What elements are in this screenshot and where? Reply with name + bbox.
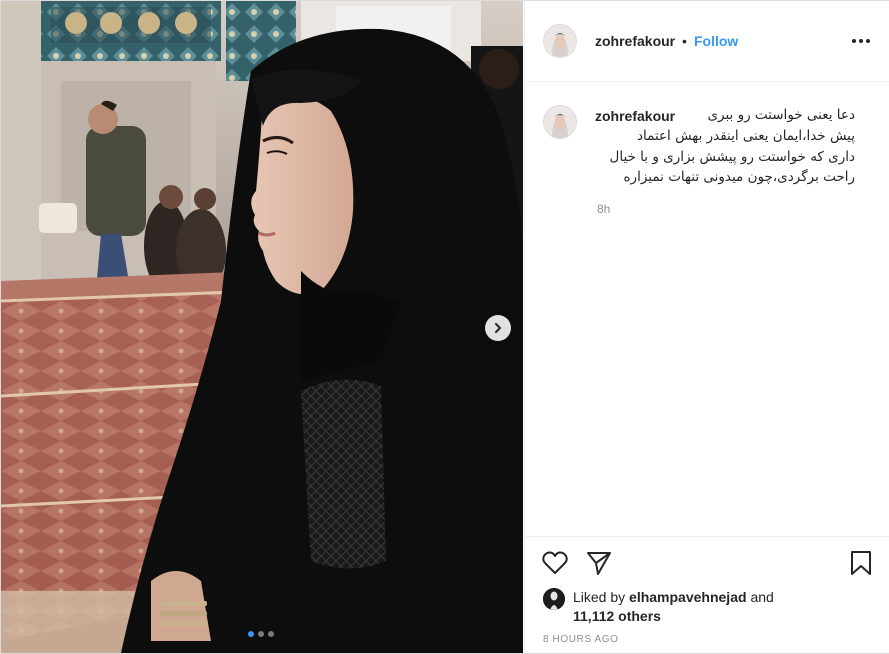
- carousel-indicator: [248, 631, 274, 637]
- avatar[interactable]: [543, 24, 577, 58]
- caption-time-ago[interactable]: 8h: [597, 202, 610, 216]
- post-dialog: zohrefakour • Follow zohrefakour دعا یعن…: [0, 0, 889, 654]
- likes-others-link[interactable]: 11,112 others: [573, 608, 661, 624]
- save-button[interactable]: [850, 550, 872, 581]
- username-link[interactable]: zohrefakour: [595, 33, 675, 49]
- carousel-dot: [258, 631, 264, 637]
- carousel-dot: [268, 631, 274, 637]
- heart-icon: [542, 551, 568, 574]
- avatar-image: [544, 106, 576, 138]
- avatar[interactable]: [543, 105, 577, 139]
- post-side-panel: zohrefakour • Follow zohrefakour دعا یعن…: [524, 1, 889, 653]
- liker-username-link[interactable]: elhampavehnejad: [629, 589, 747, 605]
- caption-text-line: راحت برگردی،چون میدونی تنهات نمیزاره: [623, 169, 855, 185]
- like-button[interactable]: [542, 551, 568, 580]
- likes-summary: Liked by elhampavehnejad and 11,112 othe…: [573, 588, 774, 626]
- header-separator: •: [682, 33, 687, 49]
- avatar-image: [544, 25, 576, 57]
- post-timestamp[interactable]: 8 HOURS AGO: [543, 634, 619, 645]
- photo-image: [1, 1, 523, 653]
- carousel-next-button[interactable]: [485, 315, 511, 341]
- bookmark-icon: [851, 551, 871, 575]
- post-header: zohrefakour • Follow: [525, 1, 889, 82]
- liked-and-label: and: [750, 589, 774, 605]
- liked-by-label: Liked by: [573, 589, 626, 605]
- carousel-dot-active: [248, 631, 254, 637]
- liker-avatar-image: [543, 588, 565, 610]
- post-actions: Liked by elhampavehnejad and 11,112 othe…: [525, 536, 889, 654]
- more-options-icon: [852, 39, 870, 43]
- share-button[interactable]: [586, 551, 612, 580]
- caption-text-line: پیش خدا،ایمان یعنی اینقدر بهش اعتماد: [637, 128, 855, 144]
- follow-button[interactable]: Follow: [694, 33, 738, 49]
- chevron-right-icon: [495, 323, 501, 333]
- liker-avatar[interactable]: [543, 588, 565, 610]
- more-options-button[interactable]: [851, 33, 871, 49]
- caption-text-line: داری که خواستت رو پیشش بزاری و با خیال: [609, 149, 855, 165]
- paper-plane-icon: [587, 552, 611, 575]
- caption-username-link[interactable]: zohrefakour: [595, 108, 675, 124]
- caption-text-line: دعا یعنی خواستت رو ببری: [707, 107, 855, 123]
- post-photo[interactable]: [1, 1, 523, 653]
